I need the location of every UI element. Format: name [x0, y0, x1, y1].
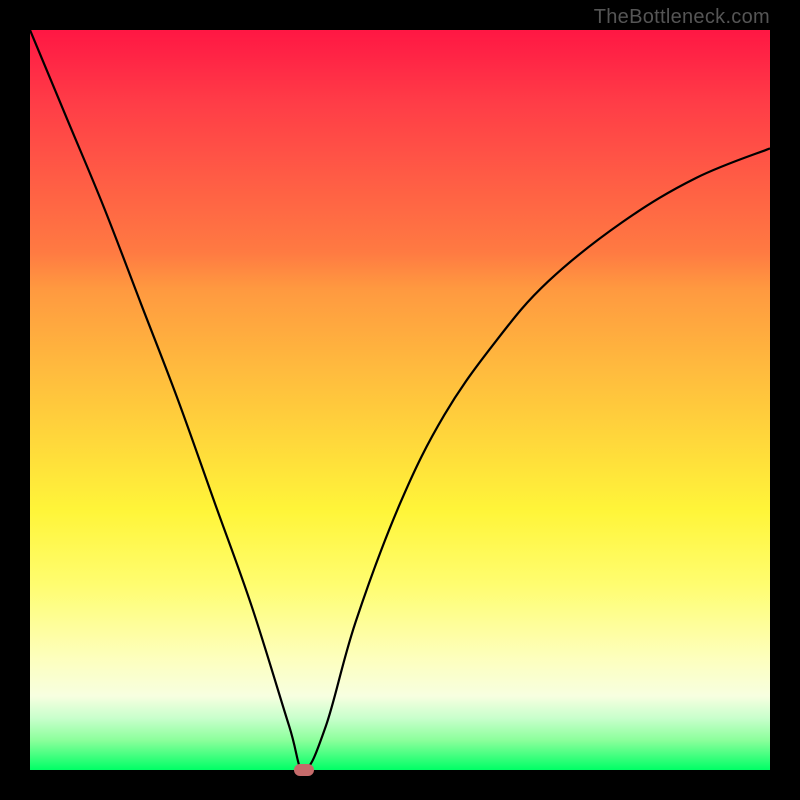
- chart-plot-area: [30, 30, 770, 770]
- watermark-text: TheBottleneck.com: [594, 6, 770, 29]
- chart-marker: [294, 764, 314, 776]
